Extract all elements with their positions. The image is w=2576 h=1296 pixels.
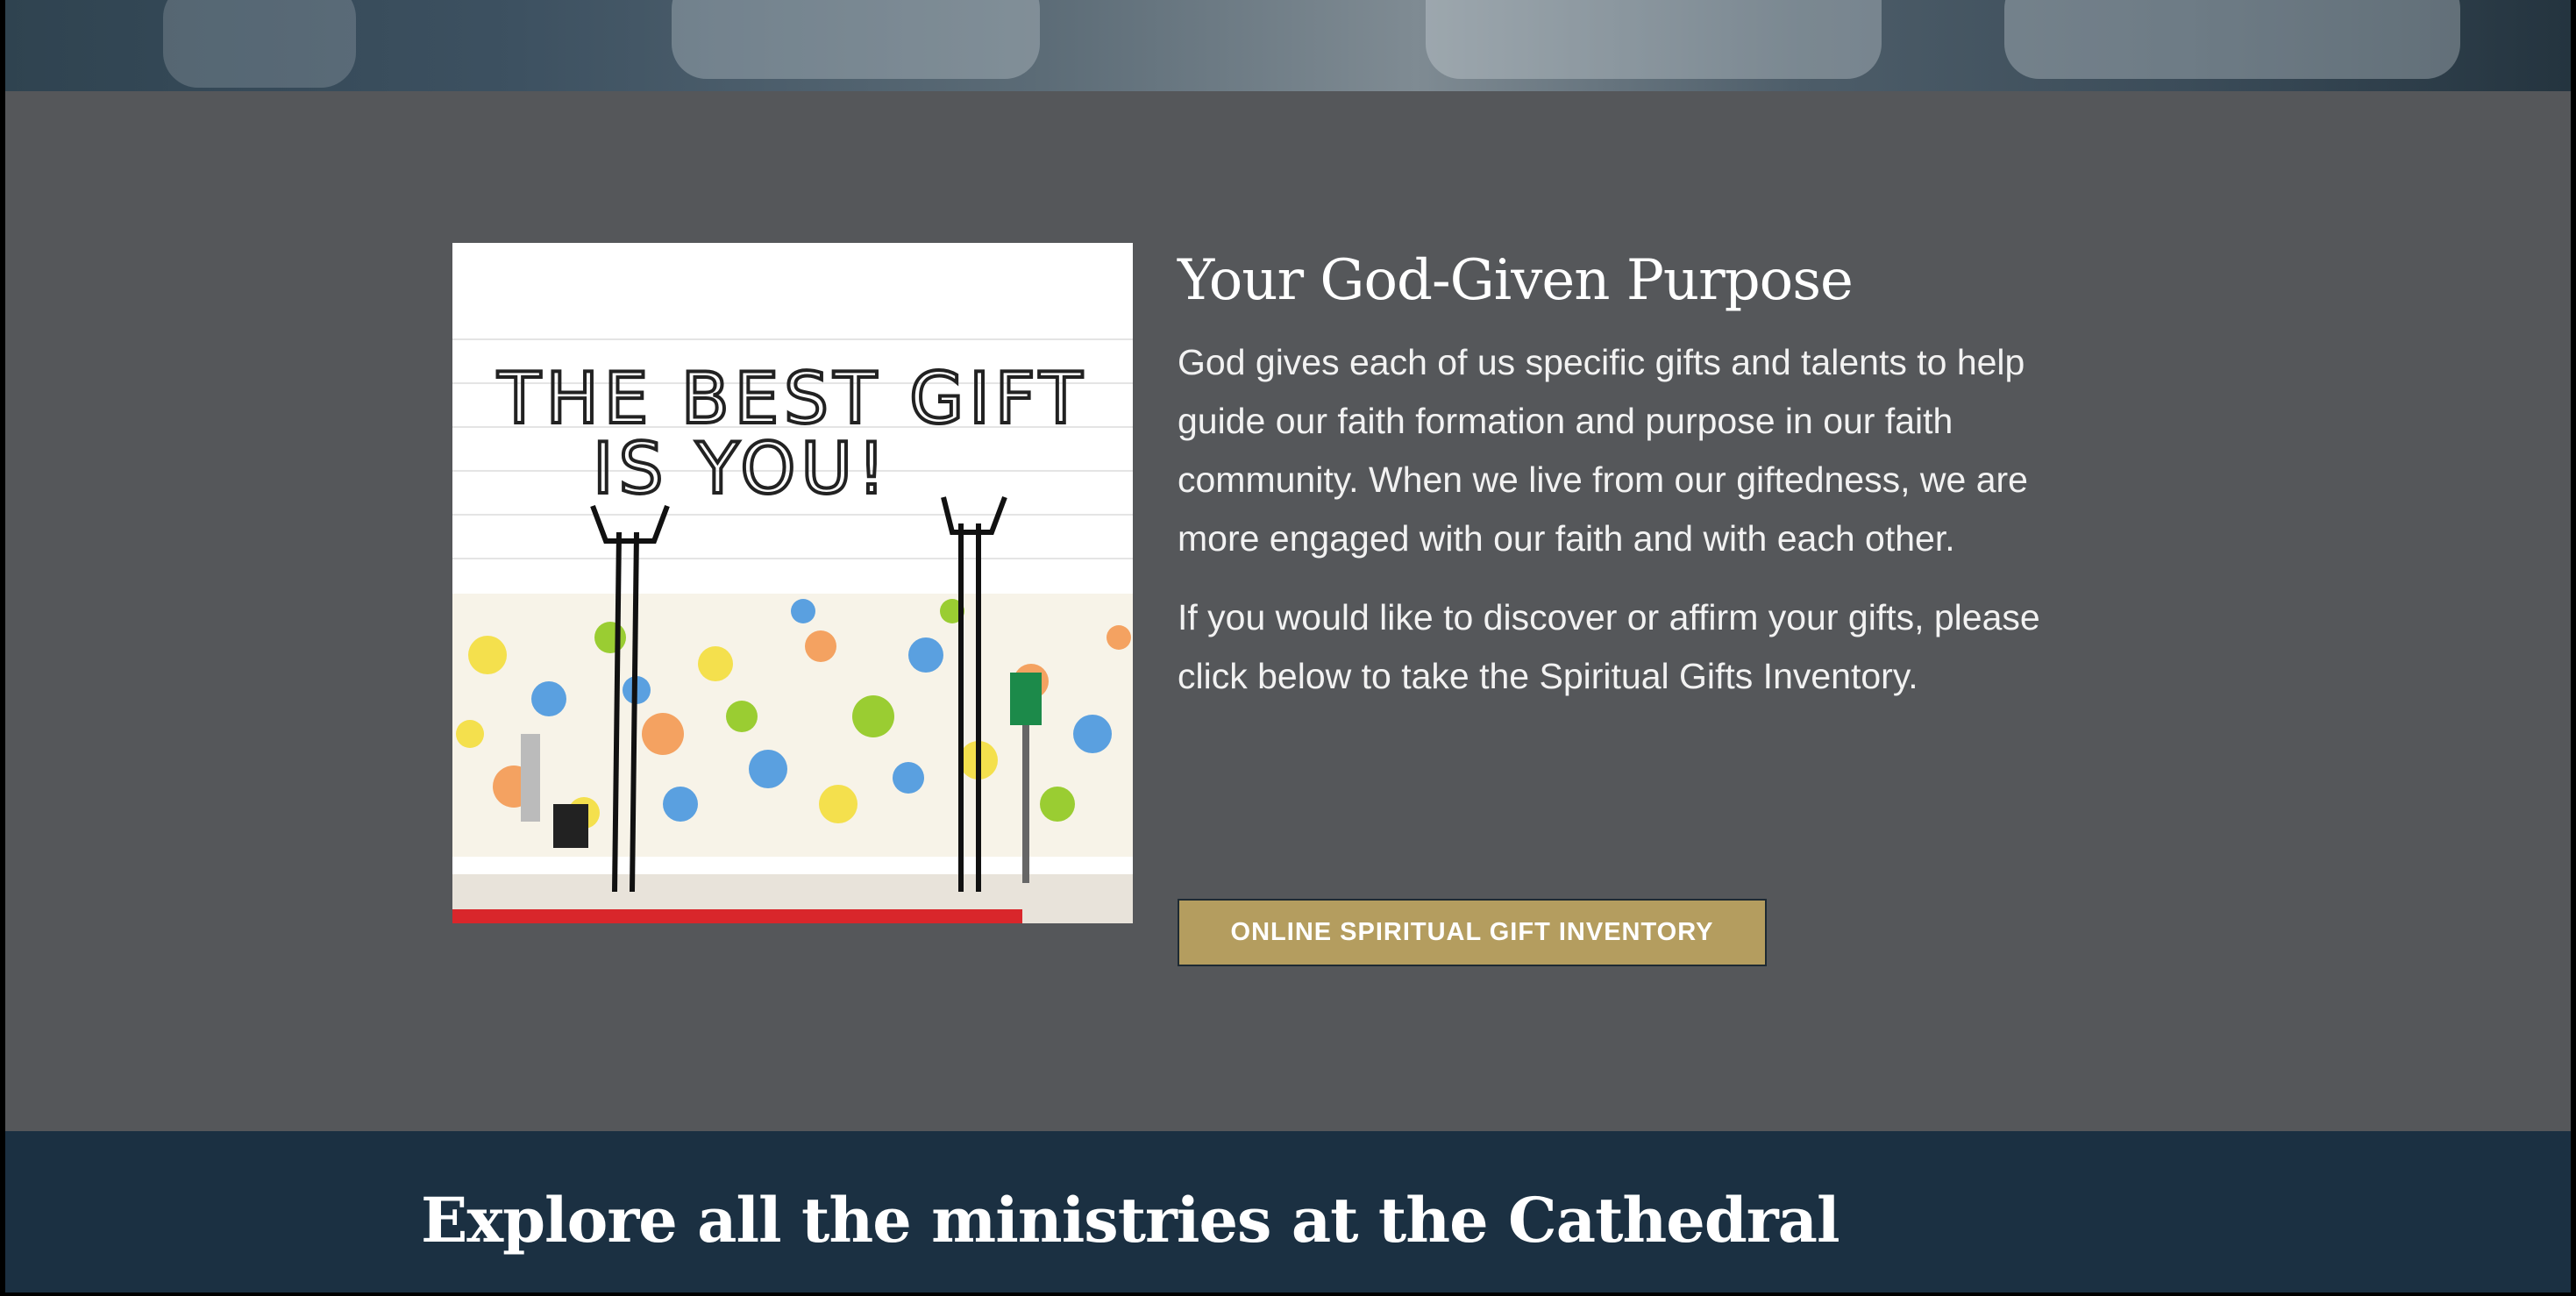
page-frame: THE BEST GIFT IS YOU! Your God-Given Pur…: [5, 0, 2571, 1292]
intro-paragraph: God gives each of us specific gifts and …: [1178, 341, 2028, 559]
invite-paragraph: If you would like to discover or affirm …: [1178, 596, 2040, 696]
purpose-text-block: Your God-Given Purpose God gives each of…: [1178, 248, 2107, 726]
best-gift-mural-image: THE BEST GIFT IS YOU!: [452, 243, 1133, 923]
explore-heading: Explore all the ministries at the Cathed…: [421, 1184, 1840, 1257]
purpose-section: THE BEST GIFT IS YOU! Your God-Given Pur…: [5, 91, 2571, 1131]
section-title: Your God-Given Purpose: [1178, 248, 1854, 313]
svg-text:IS YOU!: IS YOU!: [593, 428, 891, 509]
spiritual-gift-inventory-button[interactable]: ONLINE SPIRITUAL GIFT INVENTORY: [1178, 899, 1767, 966]
explore-ministries-band: Explore all the ministries at the Cathed…: [5, 1131, 2571, 1292]
hero-photo-strip: [5, 0, 2571, 91]
